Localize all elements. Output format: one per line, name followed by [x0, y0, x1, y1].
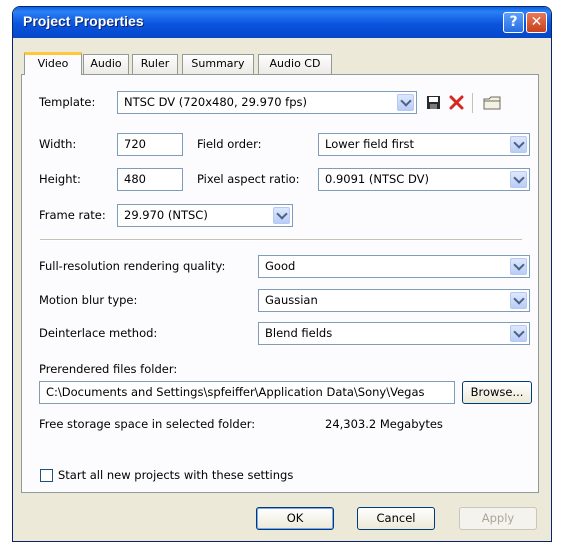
chevron-down-icon[interactable]: [510, 258, 527, 275]
window-title: Project Properties: [23, 13, 144, 29]
pixel-aspect-ratio-value: 0.9091 (NTSC DV): [325, 172, 429, 186]
template-label: Template:: [39, 95, 96, 109]
delete-icon[interactable]: [449, 95, 464, 110]
height-label: Height:: [39, 172, 81, 186]
field-order-value: Lower field first: [325, 137, 415, 151]
height-field[interactable]: 480: [117, 168, 183, 191]
template-select[interactable]: NTSC DV (720x480, 29.970 fps): [117, 91, 417, 114]
start-new-projects-checkbox[interactable]: [40, 469, 53, 482]
motion-blur-label: Motion blur type:: [39, 293, 138, 307]
apply-button[interactable]: Apply: [459, 507, 537, 530]
help-button[interactable]: ?: [503, 12, 524, 33]
motion-blur-value: Gaussian: [265, 293, 318, 307]
render-quality-select[interactable]: Good: [258, 255, 530, 278]
chevron-down-icon[interactable]: [510, 325, 527, 342]
field-order-label: Field order:: [197, 137, 262, 151]
prerender-folder-label: Prerendered files folder:: [39, 362, 178, 376]
section-divider: [40, 239, 522, 241]
project-properties-dialog: Project Properties ? ✕ Video Audio Ruler…: [12, 6, 552, 542]
free-space-value: 24,303.2 Megabytes: [325, 417, 443, 431]
tab-ruler[interactable]: Ruler: [132, 54, 178, 74]
free-space-label: Free storage space in selected folder:: [39, 417, 256, 431]
save-icon[interactable]: [426, 95, 441, 110]
tab-video[interactable]: Video: [24, 52, 82, 75]
template-value: NTSC DV (720x480, 29.970 fps): [124, 95, 308, 109]
render-quality-label: Full-resolution rendering quality:: [39, 259, 226, 273]
pixel-aspect-ratio-select[interactable]: 0.9091 (NTSC DV): [318, 168, 530, 191]
toolbar-divider: [472, 93, 473, 113]
tab-audio[interactable]: Audio: [83, 54, 129, 74]
close-button[interactable]: ✕: [526, 12, 547, 33]
folder-icon[interactable]: [483, 96, 501, 110]
title-bar[interactable]: Project Properties ? ✕: [13, 7, 551, 38]
pixel-aspect-ratio-label: Pixel aspect ratio:: [197, 172, 300, 186]
cancel-button[interactable]: Cancel: [357, 507, 435, 530]
tab-summary[interactable]: Summary: [182, 54, 254, 74]
tab-audio-cd[interactable]: Audio CD: [258, 54, 332, 74]
frame-rate-value: 29.970 (NTSC): [124, 208, 208, 222]
chevron-down-icon[interactable]: [510, 292, 527, 309]
start-new-projects-label: Start all new projects with these settin…: [58, 468, 294, 482]
frame-rate-label: Frame rate:: [39, 208, 106, 222]
deinterlace-select[interactable]: Blend fields: [258, 322, 530, 345]
prerender-folder-field[interactable]: C:\Documents and Settings\spfeiffer\Appl…: [39, 381, 455, 404]
field-order-select[interactable]: Lower field first: [318, 133, 530, 156]
video-tab-panel: Template: NTSC DV (720x480, 29.970 fps) …: [21, 74, 539, 493]
browse-button[interactable]: Browse...: [462, 381, 532, 404]
deinterlace-label: Deinterlace method:: [39, 326, 158, 340]
width-field[interactable]: 720: [117, 133, 183, 156]
chevron-down-icon[interactable]: [510, 171, 527, 188]
render-quality-value: Good: [265, 259, 296, 273]
chevron-down-icon[interactable]: [510, 136, 527, 153]
ok-button[interactable]: OK: [256, 507, 334, 530]
chevron-down-icon[interactable]: [273, 207, 290, 224]
width-label: Width:: [39, 137, 77, 151]
chevron-down-icon[interactable]: [397, 94, 414, 111]
deinterlace-value: Blend fields: [265, 326, 333, 340]
frame-rate-select[interactable]: 29.970 (NTSC): [117, 204, 293, 227]
motion-blur-select[interactable]: Gaussian: [258, 289, 530, 312]
